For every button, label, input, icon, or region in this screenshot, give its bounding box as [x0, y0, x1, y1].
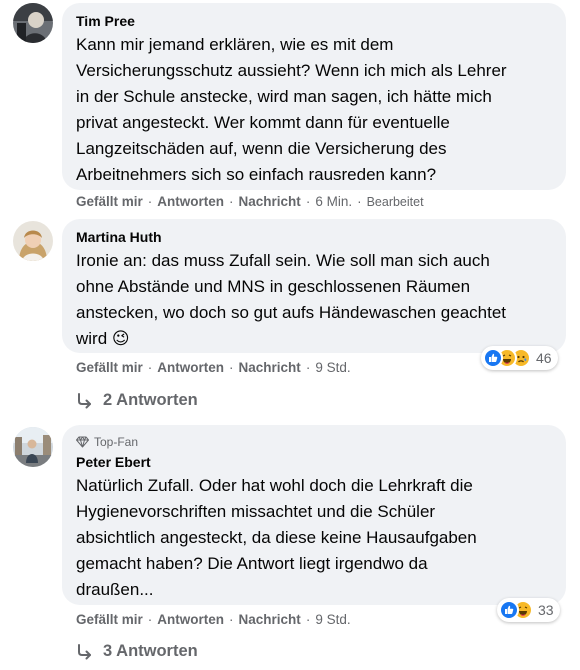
separator: ·	[229, 612, 234, 627]
comment-text-body: Ironie an: das muss Zufall sein. Wie sol…	[76, 251, 507, 348]
reply-button[interactable]: Antworten	[157, 360, 224, 375]
avatar[interactable]	[13, 427, 53, 467]
separator: ·	[229, 194, 234, 209]
separator: ·	[147, 194, 153, 209]
replies-count-label: 3 Antworten	[103, 642, 198, 660]
comment-author[interactable]: Tim Pree	[76, 12, 552, 30]
separator: ·	[147, 360, 153, 375]
separator: ·	[229, 360, 234, 375]
comment-text: Ironie an: das muss Zufall sein. Wie sol…	[76, 248, 552, 352]
top-fan-badge: Top-Fan	[76, 434, 552, 450]
message-button[interactable]: Nachricht	[239, 360, 301, 375]
avatar[interactable]	[13, 221, 53, 261]
comment-text: Kann mir jemand erklären, wie es mit dem…	[76, 35, 507, 184]
edited-label: Bearbeitet	[366, 194, 424, 209]
comment-actions: Gefällt mir · Antworten · Nachricht · 6 …	[76, 194, 424, 209]
badge-label: Top-Fan	[94, 435, 139, 449]
reaction-count: 33	[538, 602, 554, 618]
view-replies-button[interactable]: 2 Antworten	[76, 391, 198, 410]
like-button[interactable]: Gefällt mir	[76, 360, 143, 375]
comment-bubble: Martina Huth Ironie an: das muss Zufall …	[62, 219, 566, 353]
comment-timestamp[interactable]: 9 Std.	[315, 612, 350, 627]
separator: ·	[305, 360, 311, 375]
comment-actions: Gefällt mir · Antworten · Nachricht · 9 …	[76, 360, 351, 375]
separator: ·	[305, 612, 311, 627]
wink-emoji: 😉	[111, 329, 130, 348]
reply-button[interactable]: Antworten	[157, 194, 224, 209]
replies-count-label: 2 Antworten	[103, 391, 198, 409]
reactions-summary[interactable]: 33	[497, 598, 560, 622]
reply-arrow-icon	[78, 643, 91, 659]
like-reaction-icon	[499, 600, 519, 620]
comment-actions: Gefällt mir · Antworten · Nachricht · 9 …	[76, 612, 351, 627]
comment-author[interactable]: Martina Huth	[76, 228, 552, 246]
comment-timestamp[interactable]: 6 Min.	[315, 194, 352, 209]
like-button[interactable]: Gefällt mir	[76, 194, 143, 209]
reply-button[interactable]: Antworten	[157, 612, 224, 627]
separator: ·	[305, 194, 311, 209]
comment-timestamp[interactable]: 9 Std.	[315, 360, 350, 375]
comment-bubble: Tim Pree Kann mir jemand erklären, wie e…	[62, 3, 566, 190]
reaction-count: 46	[536, 350, 552, 366]
avatar[interactable]	[13, 3, 53, 43]
view-replies-button[interactable]: 3 Antworten	[76, 642, 198, 661]
reactions-summary[interactable]: 46	[481, 346, 558, 370]
reply-arrow-icon	[78, 392, 91, 408]
separator: ·	[357, 194, 362, 209]
separator: ·	[147, 612, 153, 627]
message-button[interactable]: Nachricht	[239, 612, 301, 627]
diamond-icon	[76, 436, 89, 448]
message-button[interactable]: Nachricht	[239, 194, 301, 209]
comment-bubble: Top-Fan Peter Ebert Natürlich Zufall. Od…	[62, 425, 566, 605]
like-reaction-icon	[483, 348, 503, 368]
comment-author[interactable]: Peter Ebert	[76, 453, 552, 471]
like-button[interactable]: Gefällt mir	[76, 612, 143, 627]
comment-text: Natürlich Zufall. Oder hat wohl doch die…	[76, 476, 477, 599]
